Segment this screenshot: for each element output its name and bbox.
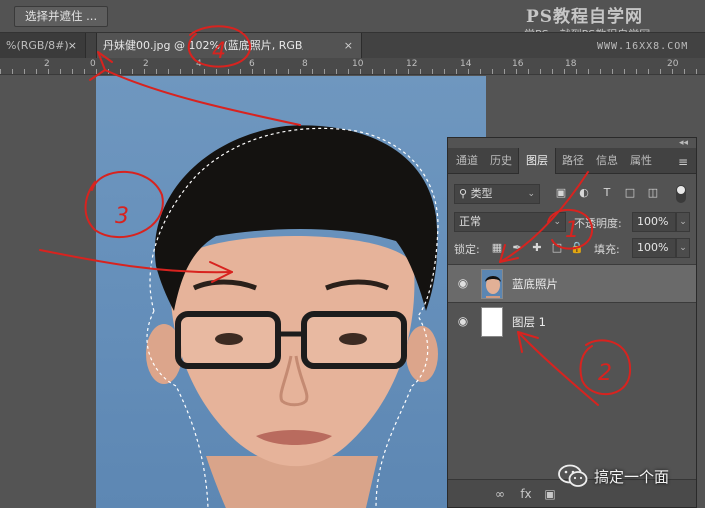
chevron-down-icon[interactable]: ⌄ <box>676 212 690 232</box>
layers-list: ◉ 蓝底照片 ◉ 图层 1 <box>448 264 696 340</box>
fill-field[interactable]: 100% <box>632 238 676 258</box>
fill-label: 填充: <box>594 243 620 256</box>
ruler-number: 0 <box>90 59 96 69</box>
lock-move-icon[interactable]: ✚ <box>530 241 544 255</box>
close-icon[interactable]: × <box>344 33 353 58</box>
chevron-down-icon: ⌄ <box>527 189 535 199</box>
eye-icon[interactable]: ◉ <box>456 277 470 289</box>
layers-panel: ◂◂ 通道 历史 图层 路径 信息 属性 ≡ ⚲ 类型 ⌄ ▣ ◐ T □ ◫ … <box>447 137 697 508</box>
layer-row-blue-photo[interactable]: ◉ 蓝底照片 <box>448 264 696 302</box>
ruler-number: 8 <box>302 59 308 69</box>
filter-shape-icon[interactable]: □ <box>623 186 637 200</box>
tab-paths[interactable]: 路径 <box>556 148 590 174</box>
ruler-number: 2 <box>44 59 50 69</box>
watermark-url: WWW.16XX8.COM <box>597 41 689 52</box>
tab-properties[interactable]: 属性 <box>624 148 658 174</box>
collapse-icon[interactable]: ◂◂ <box>679 138 688 148</box>
layer-thumbnail <box>481 307 503 337</box>
lock-artboard-icon[interactable]: □ <box>550 241 564 255</box>
tab-label: %(RGB/8#) * <box>6 39 72 52</box>
mask-icon[interactable]: ▣ <box>542 486 558 502</box>
ruler-number: 2 <box>143 59 149 69</box>
lock-label: 锁定: <box>454 243 480 256</box>
options-bar: 选择并遮住 ... PS教程自学网 学PS，就到PS教程自学网 <box>0 0 705 41</box>
filter-toggle[interactable] <box>676 185 686 203</box>
horizontal-ruler[interactable]: 2 0 2 4 6 8 10 12 14 16 18 20 <box>0 58 705 75</box>
wechat-text: 搞定一个面 <box>594 468 670 486</box>
lock-paint-icon[interactable]: ✒ <box>510 241 524 255</box>
close-icon[interactable]: × <box>68 33 77 58</box>
portrait-thumbnail <box>482 270 502 298</box>
link-icon[interactable]: ∞ <box>492 486 508 502</box>
filter-adjustment-icon[interactable]: ◐ <box>577 186 591 200</box>
layer-thumbnail <box>481 269 503 299</box>
lock-all-icon[interactable]: 🔒 <box>570 241 584 255</box>
layer-row-layer-1[interactable]: ◉ 图层 1 <box>448 302 696 340</box>
layer-name[interactable]: 蓝底照片 <box>512 276 558 292</box>
search-icon: ⚲ <box>459 187 471 200</box>
ruler-ticks <box>0 69 705 74</box>
chevron-down-icon[interactable]: ⌄ <box>676 238 690 258</box>
lock-row: 锁定: ▦ ✒ ✚ □ 🔒 填充: 100% ⌄ <box>454 238 694 260</box>
filter-kind-select[interactable]: ⚲ 类型 ⌄ <box>454 184 540 204</box>
tab-history[interactable]: 历史 <box>484 148 518 174</box>
watermark-title: PS教程自学网 <box>526 7 644 27</box>
ruler-number: 14 <box>460 59 472 69</box>
layer-name[interactable]: 图层 1 <box>512 314 546 330</box>
blend-mode-select[interactable]: 正常 ⌄ <box>454 212 566 232</box>
panel-tab-bar: 通道 历史 图层 路径 信息 属性 ≡ <box>448 148 696 174</box>
tab-label: 丹妹健00.jpg @ 102% (蓝底照片, RGB/8#) * <box>103 39 303 52</box>
filter-smart-object-icon[interactable]: ◫ <box>646 186 660 200</box>
tab-document-active[interactable]: 丹妹健00.jpg @ 102% (蓝底照片, RGB/8#) * × <box>96 33 362 59</box>
opacity-field[interactable]: 100% <box>632 212 676 232</box>
ruler-number: 12 <box>406 59 418 69</box>
lock-transparent-icon[interactable]: ▦ <box>490 241 504 255</box>
chevron-down-icon: ⌄ <box>553 217 561 227</box>
wechat-watermark: 搞定一个面 <box>558 462 698 492</box>
tab-document-previous[interactable]: %(RGB/8#) * × <box>0 33 86 59</box>
wechat-icon <box>558 464 588 487</box>
tab-layers[interactable]: 图层 <box>518 148 556 174</box>
panel-menu-icon[interactable]: ≡ <box>678 155 688 169</box>
blend-mode-value: 正常 <box>459 215 481 228</box>
fx-icon[interactable]: fx <box>518 486 534 502</box>
blend-row: 正常 ⌄ 不透明度: 100% ⌄ <box>454 212 694 234</box>
filter-kind-value: 类型 <box>470 187 493 200</box>
filter-pixel-icon[interactable]: ▣ <box>554 186 568 200</box>
ruler-number: 4 <box>196 59 202 69</box>
ruler-number: 18 <box>565 59 577 69</box>
filter-type-icon[interactable]: T <box>600 186 614 200</box>
ruler-number: 20 <box>667 59 679 69</box>
tab-channels[interactable]: 通道 <box>450 148 484 174</box>
select-and-mask-button[interactable]: 选择并遮住 ... <box>14 6 109 27</box>
photoshop-window: 选择并遮住 ... PS教程自学网 学PS，就到PS教程自学网 %(RGB/8#… <box>0 0 705 508</box>
tab-info[interactable]: 信息 <box>590 148 624 174</box>
eye-icon[interactable]: ◉ <box>456 315 470 327</box>
portrait-image <box>146 125 439 508</box>
document-photo[interactable] <box>96 76 486 508</box>
ruler-number: 6 <box>249 59 255 69</box>
opacity-label: 不透明度: <box>574 217 622 230</box>
layer-filter-row: ⚲ 类型 ⌄ ▣ ◐ T □ ◫ <box>454 184 694 206</box>
ruler-number: 10 <box>352 59 364 69</box>
ruler-number: 16 <box>512 59 524 69</box>
